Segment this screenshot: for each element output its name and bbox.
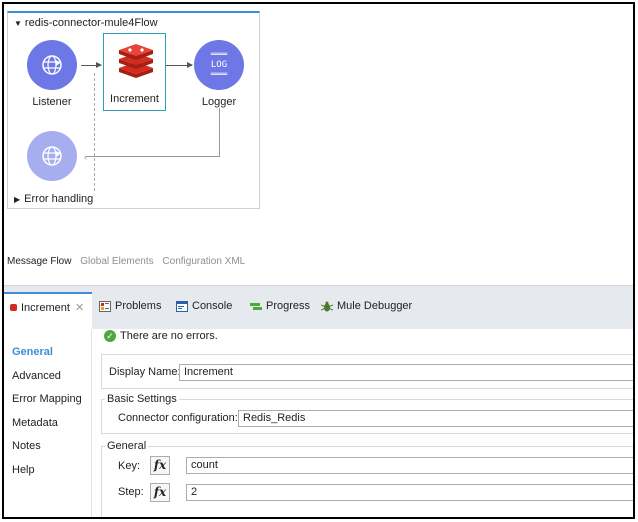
flow-arrow [81, 62, 102, 68]
connector-config-label: Connector configuration: [118, 412, 238, 424]
tab-global-elements[interactable]: Global Elements [80, 256, 153, 267]
sidebar-item-help[interactable]: Help [4, 459, 91, 483]
globe-icon [27, 40, 77, 90]
debugger-bug-icon [321, 301, 333, 311]
error-handling-section[interactable]: ▶ Error handling [14, 193, 93, 205]
log-icon: ═══ LOG ═══ [194, 40, 244, 90]
flow-arrow [166, 62, 193, 68]
logger-node[interactable]: ═══ LOG ═══ Logger [193, 40, 245, 108]
response-node[interactable] [26, 131, 78, 181]
increment-label: Increment [110, 93, 159, 105]
panel-tab-bar: Increment ✕ Problems Console Progress Mu… [4, 285, 633, 330]
display-name-group: Display Name: Increment [101, 354, 633, 389]
tab-console[interactable]: Console [176, 300, 232, 312]
step-input[interactable]: 2 [186, 484, 633, 501]
problems-icon [99, 300, 111, 312]
return-connector-line [219, 108, 220, 156]
sidebar-item-error-mapping[interactable]: Error Mapping [4, 388, 91, 412]
flow-canvas[interactable]: ▼ redis-connector-mule4Flow Listener Incr… [7, 11, 260, 209]
collapse-triangle-icon[interactable]: ▼ [14, 19, 22, 28]
status-message: ✓ There are no errors. [104, 330, 218, 342]
general-legend: General [105, 440, 149, 452]
window-frame: ▼ redis-connector-mule4Flow Listener Incr… [2, 2, 635, 519]
properties-sidebar: General Advanced Error Mapping Metadata … [4, 329, 92, 517]
step-label: Step: [118, 486, 144, 498]
tab-problems-label: Problems [115, 300, 162, 312]
basic-settings-group: Connector configuration: Redis_Redis [101, 399, 633, 434]
tab-console-label: Console [192, 300, 233, 312]
tab-increment[interactable]: Increment ✕ [4, 292, 92, 330]
error-handling-label: Error handling [24, 193, 94, 205]
display-name-label: Display Name: [109, 366, 181, 378]
sidebar-item-notes[interactable]: Notes [4, 435, 91, 459]
redis-icon [119, 44, 153, 78]
return-arrowhead-icon: ‹ [84, 152, 87, 162]
key-input[interactable]: count [186, 457, 633, 474]
tab-progress-label: Progress [266, 300, 311, 312]
sidebar-item-advanced[interactable]: Advanced [4, 365, 91, 389]
progress-icon [250, 302, 262, 310]
properties-content: ✓ There are no errors. Display Name: Inc… [96, 329, 633, 517]
key-fx-button[interactable]: fx [150, 456, 170, 475]
globe-icon [27, 131, 77, 181]
step-fx-button[interactable]: fx [150, 483, 170, 502]
listener-node[interactable]: Listener [26, 40, 78, 108]
tab-message-flow[interactable]: Message Flow [7, 256, 71, 267]
console-icon [176, 300, 188, 312]
check-icon: ✓ [104, 330, 116, 342]
sidebar-item-metadata[interactable]: Metadata [4, 412, 91, 436]
listener-label: Listener [32, 96, 72, 108]
redis-icon [10, 304, 17, 311]
key-label: Key: [118, 460, 141, 472]
expand-triangle-icon[interactable]: ▶ [14, 195, 20, 204]
tab-mule-debugger-label: Mule Debugger [337, 300, 413, 312]
tab-problems[interactable]: Problems [99, 300, 161, 312]
status-text: There are no errors. [120, 330, 218, 342]
flow-title-label: redis-connector-mule4Flow [24, 17, 158, 29]
display-name-input[interactable]: Increment [179, 364, 633, 381]
tab-mule-debugger[interactable]: Mule Debugger [321, 300, 412, 312]
basic-settings-legend: Basic Settings [105, 393, 179, 405]
increment-node[interactable]: Increment [103, 33, 166, 111]
connector-config-select[interactable]: Redis_Redis [238, 410, 633, 427]
tab-configuration-xml[interactable]: Configuration XML [162, 256, 245, 267]
return-connector-line [86, 156, 220, 157]
flow-title[interactable]: ▼ redis-connector-mule4Flow [14, 17, 158, 29]
general-group: Key: fx count Step: fx 2 [101, 446, 633, 517]
tab-progress[interactable]: Progress [250, 300, 310, 312]
close-icon[interactable]: ✕ [75, 302, 84, 314]
logger-label: Logger [201, 96, 237, 108]
tab-increment-label: Increment [21, 302, 70, 314]
editor-tabs: Message Flow Global Elements Configurati… [7, 256, 251, 267]
sidebar-item-general[interactable]: General [4, 341, 91, 365]
flow-divider [94, 73, 95, 191]
